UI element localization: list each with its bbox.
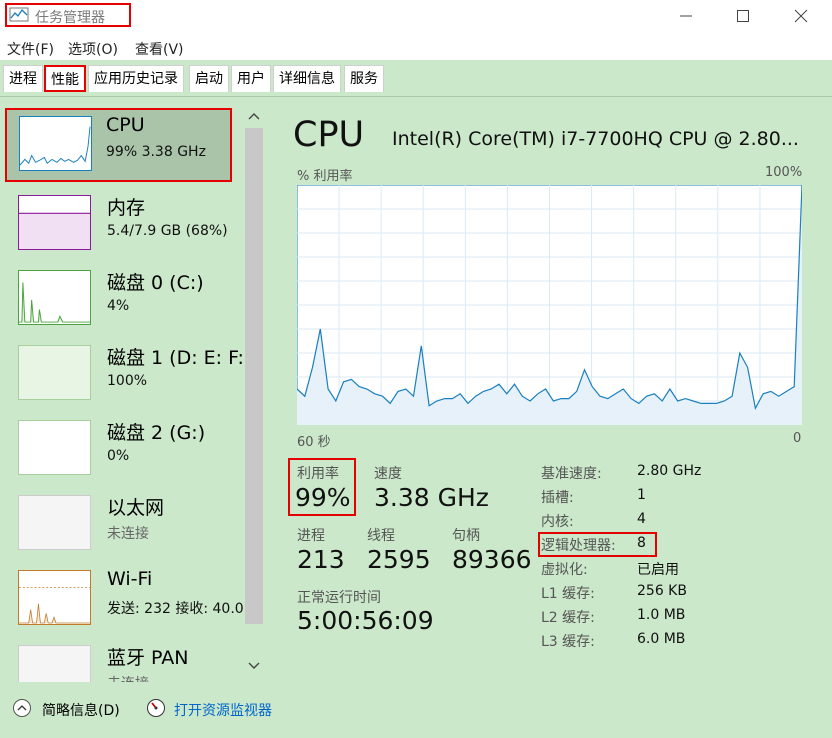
sidebar-sub-ethernet: 未连接: [107, 526, 149, 542]
info-value-cores: 4: [637, 511, 646, 527]
info-value-l2-cache: 1.0 MB: [637, 607, 686, 623]
sidebar-label-memory: 内存: [107, 197, 146, 219]
close-icon[interactable]: [791, 6, 811, 26]
info-value-sockets: 1: [637, 487, 646, 503]
disk0-thumbnail: [18, 270, 91, 325]
sidebar-item-cpu[interactable]: CPU 99% 3.38 GHz: [5, 108, 232, 182]
processes-value: 213: [297, 545, 345, 574]
info-value-l3-cache: 6.0 MB: [637, 631, 686, 647]
memory-thumbnail: [18, 195, 91, 250]
speed-label: 速度: [374, 466, 402, 482]
sidebar-item-ethernet[interactable]: 以太网 未连接: [5, 487, 243, 562]
ethernet-thumbnail: [18, 495, 91, 550]
info-label-l1-cache: L1 缓存:: [541, 586, 595, 602]
sidebar-label-cpu: CPU: [106, 114, 145, 136]
sidebar-label-ethernet: 以太网: [107, 497, 165, 519]
info-label-base-speed: 基准速度:: [541, 466, 602, 482]
tab-performance[interactable]: 性能: [44, 65, 86, 92]
threads-value: 2595: [367, 545, 431, 574]
sidebar-item-wifi[interactable]: Wi-Fi 发送: 232 接收: 40.0: [5, 562, 243, 637]
speed-value: 3.38 GHz: [374, 483, 489, 512]
sidebar-label-wifi: Wi-Fi: [107, 568, 153, 590]
sidebar-sub-disk1: 100%: [107, 373, 148, 389]
utilization-label: 利用率: [297, 466, 339, 482]
disk1-thumbnail: [18, 345, 91, 400]
title-bar: 任务管理器: [0, 0, 832, 33]
info-value-virtualization: 已启用: [637, 562, 679, 578]
info-label-sockets: 插槽:: [541, 490, 574, 506]
info-label-l3-cache: L3 缓存:: [541, 634, 595, 650]
disk2-thumbnail: [18, 420, 91, 475]
sidebar-scrollbar[interactable]: [243, 104, 271, 682]
bluetooth-thumbnail: [18, 645, 91, 682]
open-resource-monitor-link[interactable]: 打开资源监视器: [174, 700, 272, 720]
resource-list: CPU 99% 3.38 GHz 内存 5.4/7.9 GB (68%) 磁盘 …: [0, 97, 243, 682]
sidebar-label-disk2: 磁盘 2 (G:): [107, 422, 206, 444]
tab-services[interactable]: 服务: [344, 65, 384, 92]
sidebar-item-memory[interactable]: 内存 5.4/7.9 GB (68%): [5, 187, 243, 262]
threads-label: 线程: [367, 528, 395, 544]
sidebar-sub-bluetooth: 未连接: [107, 673, 149, 682]
sidebar-sub-disk0: 4%: [107, 298, 130, 314]
graph-x-left-label: 60 秒: [297, 435, 331, 450]
info-label-cores: 内核:: [541, 514, 574, 530]
tab-app-history[interactable]: 应用历史记录: [88, 65, 184, 92]
info-value-logical-processors: 8: [637, 535, 646, 551]
collapse-icon[interactable]: [12, 698, 32, 718]
utilization-value: 99%: [295, 483, 351, 512]
graph-y-label: % 利用率: [297, 169, 353, 184]
sidebar-sub-cpu: 99% 3.38 GHz: [106, 144, 206, 160]
cpu-thumbnail: [19, 116, 92, 171]
cpu-model-name: Intel(R) Core(TM) i7-7700HQ CPU @ 2.80..…: [392, 128, 799, 150]
info-label-logical-processors: 逻辑处理器:: [541, 538, 616, 554]
sidebar-label-bluetooth: 蓝牙 PAN: [107, 647, 189, 669]
performance-detail: CPU Intel(R) Core(TM) i7-7700HQ CPU @ 2.…: [273, 97, 832, 682]
menu-file[interactable]: 文件(F): [7, 39, 54, 59]
page-title: CPU: [293, 115, 365, 155]
handles-value: 89366: [452, 545, 532, 574]
info-value-base-speed: 2.80 GHz: [637, 463, 702, 479]
sidebar-sub-disk2: 0%: [107, 448, 130, 464]
menu-view[interactable]: 查看(V): [135, 39, 184, 59]
scroll-thumb[interactable]: [245, 128, 263, 624]
handles-label: 句柄: [452, 528, 480, 544]
uptime-label: 正常运行时间: [297, 590, 381, 606]
sidebar-item-disk1[interactable]: 磁盘 1 (D: E: F:) 100%: [5, 337, 243, 412]
sidebar-label-disk0: 磁盘 0 (C:): [107, 272, 204, 294]
sidebar-sub-wifi: 发送: 232 接收: 40.0: [107, 601, 243, 617]
graph-x-right-label: 0: [793, 431, 802, 446]
tab-processes[interactable]: 进程: [3, 65, 43, 92]
cpu-utilization-graph: [297, 185, 802, 425]
tab-details[interactable]: 详细信息: [273, 65, 341, 92]
uptime-value: 5:00:56:09: [297, 606, 434, 635]
sidebar-label-disk1: 磁盘 1 (D: E: F:): [107, 347, 243, 369]
info-label-l2-cache: L2 缓存:: [541, 610, 595, 626]
processes-label: 进程: [297, 528, 325, 544]
scroll-down-icon[interactable]: [246, 660, 262, 672]
sidebar-sub-memory: 5.4/7.9 GB (68%): [107, 223, 228, 239]
sidebar-item-bluetooth-pan[interactable]: 蓝牙 PAN 未连接: [5, 637, 243, 682]
menu-options[interactable]: 选项(O): [68, 39, 118, 59]
tab-bar: 进程 性能 应用历史记录 启动 用户 详细信息 服务: [0, 60, 832, 97]
maximize-icon[interactable]: [733, 6, 753, 26]
info-label-virtualization: 虚拟化:: [541, 562, 588, 578]
tab-users[interactable]: 用户: [231, 65, 271, 92]
task-manager-icon: [9, 7, 29, 22]
footer-bar: 简略信息(D) 打开资源监视器: [0, 682, 832, 738]
sidebar-item-disk0[interactable]: 磁盘 0 (C:) 4%: [5, 262, 243, 337]
wifi-thumbnail: [18, 570, 91, 625]
minimize-icon[interactable]: [676, 6, 696, 26]
fewer-details-button[interactable]: 简略信息(D): [42, 700, 120, 720]
menu-bar: 文件(F) 选项(O) 查看(V): [0, 33, 832, 60]
window-title: 任务管理器: [35, 10, 105, 26]
sidebar-item-disk2[interactable]: 磁盘 2 (G:) 0%: [5, 412, 243, 487]
info-value-l1-cache: 256 KB: [637, 583, 687, 599]
resource-monitor-icon: [147, 699, 165, 717]
scroll-up-icon[interactable]: [246, 110, 262, 122]
graph-y-max-label: 100%: [765, 165, 803, 180]
tab-startup[interactable]: 启动: [189, 65, 229, 92]
